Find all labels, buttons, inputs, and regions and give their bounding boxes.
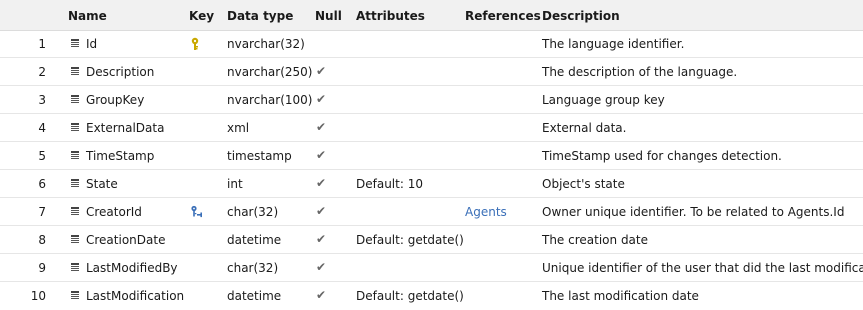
- description: Language group key: [542, 93, 665, 107]
- column-icon: [71, 95, 79, 104]
- data-type: char(32): [227, 205, 279, 219]
- data-type: xml: [227, 121, 250, 135]
- column-icon: [71, 123, 79, 132]
- header-name[interactable]: Name: [68, 9, 107, 23]
- column-icon: [71, 291, 79, 300]
- description: Owner unique identifier. To be related t…: [542, 205, 845, 219]
- null-check-icon: ✔: [316, 148, 327, 162]
- table-row[interactable]: 10 LastModification datetime ✔ Default: getd…: [0, 282, 863, 310]
- null-check-icon: ✔: [316, 120, 327, 134]
- column-icon: [71, 67, 79, 76]
- data-type: nvarchar(250): [227, 65, 313, 79]
- table-row[interactable]: 5 TimeStamp timestamp ✔ TimeStamp used for c…: [0, 142, 863, 170]
- table-row[interactable]: 2 Description nvarchar(250) ✔ The descriptio…: [0, 58, 863, 86]
- column-name[interactable]: Id: [86, 37, 97, 51]
- column-icon: [71, 151, 79, 160]
- data-type: nvarchar(100): [227, 93, 313, 107]
- column-name[interactable]: GroupKey: [86, 93, 144, 107]
- header-attributes[interactable]: Attributes: [356, 9, 425, 23]
- column-name[interactable]: LastModification: [86, 289, 184, 303]
- row-number: 4: [38, 121, 46, 135]
- table-row[interactable]: 7 CreatorId char(32) ✔ Agents Owner unique id…: [0, 198, 863, 226]
- row-number: 9: [38, 261, 46, 275]
- attributes: Default: getdate(): [356, 233, 464, 247]
- null-check-icon: ✔: [316, 288, 327, 302]
- primary-key-icon: [190, 37, 200, 54]
- attributes: Default: 10: [356, 177, 423, 191]
- null-check-icon: ✔: [316, 64, 327, 78]
- column-name[interactable]: State: [86, 177, 118, 191]
- attributes: Default: getdate(): [356, 289, 464, 303]
- column-icon: [71, 263, 79, 272]
- data-type: char(32): [227, 261, 279, 275]
- column-icon: [71, 207, 79, 216]
- data-type: datetime: [227, 289, 282, 303]
- column-name[interactable]: CreatorId: [86, 205, 142, 219]
- column-name[interactable]: LastModifiedBy: [86, 261, 178, 275]
- row-number: 3: [38, 93, 46, 107]
- description: The description of the language.: [542, 65, 738, 79]
- row-number: 6: [38, 177, 46, 191]
- table-header: Name Key Data type Null Attributes Refer…: [0, 0, 863, 31]
- data-type: timestamp: [227, 149, 292, 163]
- column-icon: [71, 179, 79, 188]
- null-check-icon: ✔: [316, 176, 327, 190]
- table-row[interactable]: 3 GroupKey nvarchar(100) ✔ Language group ke…: [0, 86, 863, 114]
- column-icon: [71, 235, 79, 244]
- data-type: datetime: [227, 233, 282, 247]
- table-row[interactable]: 8 CreationDate datetime ✔ Default: getdate()…: [0, 226, 863, 254]
- table-row[interactable]: 9 LastModifiedBy char(32) ✔ Unique identifie…: [0, 254, 863, 282]
- header-null[interactable]: Null: [315, 9, 342, 23]
- description: Unique identifier of the user that did t…: [542, 261, 863, 275]
- description: TimeStamp used for changes detection.: [542, 149, 782, 163]
- table-row[interactable]: 1 Id nvarchar(32) The language identifier.: [0, 30, 863, 58]
- data-type: int: [227, 177, 243, 191]
- reference-link[interactable]: Agents: [465, 205, 507, 219]
- header-key[interactable]: Key: [189, 9, 214, 23]
- description: The language identifier.: [542, 37, 685, 51]
- row-number: 1: [38, 37, 46, 51]
- description: The creation date: [542, 233, 648, 247]
- column-icon: [71, 39, 79, 48]
- column-name[interactable]: ExternalData: [86, 121, 164, 135]
- data-type: nvarchar(32): [227, 37, 305, 51]
- row-number: 8: [38, 233, 46, 247]
- table-row[interactable]: 6 State int ✔ Default: 10 Object's state: [0, 170, 863, 198]
- null-check-icon: ✔: [316, 92, 327, 106]
- row-number: 5: [38, 149, 46, 163]
- header-description[interactable]: Description: [542, 9, 620, 23]
- row-number: 10: [30, 289, 46, 303]
- table-row[interactable]: 4 ExternalData xml ✔ External data.: [0, 114, 863, 142]
- foreign-key-icon: [190, 205, 204, 222]
- description: Object's state: [542, 177, 625, 191]
- null-check-icon: ✔: [316, 204, 327, 218]
- row-number: 2: [38, 65, 46, 79]
- null-check-icon: ✔: [316, 260, 327, 274]
- description: The last modification date: [542, 289, 699, 303]
- row-number: 7: [38, 205, 46, 219]
- column-name[interactable]: Description: [86, 65, 154, 79]
- column-name[interactable]: TimeStamp: [86, 149, 154, 163]
- header-data-type[interactable]: Data type: [227, 9, 293, 23]
- column-name[interactable]: CreationDate: [86, 233, 165, 247]
- header-references[interactable]: References: [465, 9, 541, 23]
- description: External data.: [542, 121, 627, 135]
- null-check-icon: ✔: [316, 232, 327, 246]
- schema-table: Name Key Data type Null Attributes Refer…: [0, 0, 863, 308]
